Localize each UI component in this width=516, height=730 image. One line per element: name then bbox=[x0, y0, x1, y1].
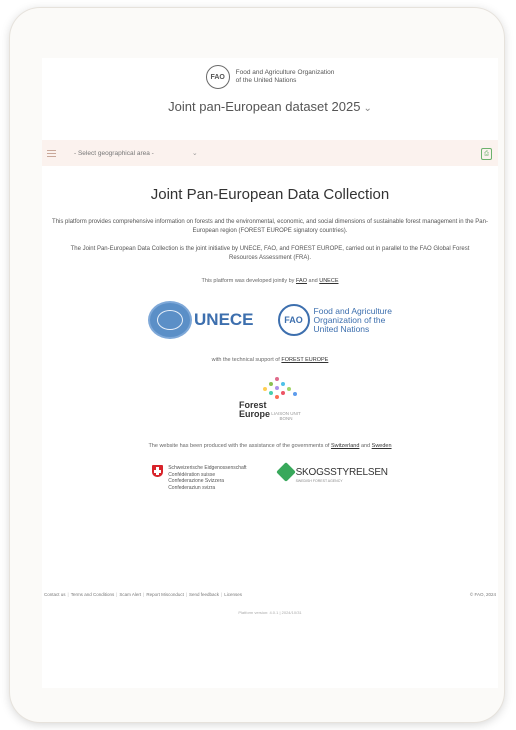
tree-dots-icon bbox=[261, 377, 301, 403]
un-emblem-icon bbox=[148, 301, 193, 339]
unece-logo[interactable]: UNECE bbox=[148, 301, 254, 339]
menu-icon[interactable] bbox=[47, 149, 56, 157]
footer-link-feedback[interactable]: Send feedback bbox=[189, 592, 219, 597]
footer-link-contact[interactable]: Contact us bbox=[44, 592, 66, 597]
switzerland-link[interactable]: Switzerland bbox=[331, 443, 359, 449]
org-name: Food and Agriculture Organization of the… bbox=[235, 69, 335, 84]
skogsstyrelsen-logo[interactable]: SKOGSSTYRELSEN SWEDISH FOREST AGENCY bbox=[275, 462, 388, 483]
intro-text: This platform provides comprehensive inf… bbox=[52, 219, 488, 234]
initiative-text: The Joint Pan-European Data Collection i… bbox=[70, 246, 470, 261]
footer-link-terms[interactable]: Terms and Conditions bbox=[71, 592, 115, 597]
swiss-flag-icon bbox=[152, 465, 164, 477]
fao-emblem-icon: FAO bbox=[277, 304, 310, 336]
filter-bar: - Select geographical area - ⌄ ⎙ bbox=[42, 140, 498, 166]
print-icon[interactable]: ⎙ bbox=[481, 148, 492, 160]
footer-link-report-misconduct[interactable]: Report Misconduct bbox=[146, 592, 184, 597]
platform-version: Platform version: 4.0.1 | 2024/10/31 bbox=[238, 610, 302, 615]
partner-logos: UNECE FAO Food and Agriculture Organizat… bbox=[42, 297, 498, 343]
skogsstyrelsen-mark-icon bbox=[275, 462, 296, 482]
chevron-down-icon: ⌄ bbox=[363, 103, 372, 114]
footer-link-licenses[interactable]: Licenses bbox=[224, 592, 242, 597]
developed-by-text: This platform was developed jointly by F… bbox=[201, 278, 339, 284]
geographical-area-select[interactable]: - Select geographical area - ⌄ bbox=[74, 149, 198, 158]
browser-screen: FAO Food and Agriculture Organization of… bbox=[42, 58, 498, 688]
chevron-down-icon: ⌄ bbox=[191, 150, 198, 157]
swiss-confederation-logo[interactable]: Schweizerische Eidgenossenschaft Confédé… bbox=[152, 465, 247, 491]
produced-with-text: The website has been produced with the a… bbox=[148, 443, 392, 449]
forest-europe-logo[interactable]: Forest Europe LIAISON UNIT BONN bbox=[235, 377, 305, 429]
fao-header-logo[interactable]: FAO Food and Agriculture Organization of… bbox=[42, 65, 498, 89]
footer-link-scam-alert[interactable]: Scam Alert bbox=[119, 592, 141, 597]
sweden-link[interactable]: Sweden bbox=[372, 443, 392, 449]
main-content: Joint Pan-European Data Collection This … bbox=[42, 186, 498, 491]
tablet-frame: FAO Food and Agriculture Organization of… bbox=[10, 8, 504, 722]
fao-link[interactable]: FAO bbox=[296, 278, 307, 284]
copyright: © FAO, 2024 bbox=[469, 592, 496, 597]
footer: Contact us | Terms and Conditions | Scam… bbox=[42, 592, 498, 597]
site-header: FAO Food and Agriculture Organization of… bbox=[42, 58, 498, 145]
government-logos: Schweizerische Eidgenossenschaft Confédé… bbox=[42, 462, 498, 491]
footer-links: Contact us | Terms and Conditions | Scam… bbox=[44, 592, 242, 597]
forest-europe-link[interactable]: FOREST EUROPE bbox=[281, 357, 328, 363]
technical-support-text: with the technical support of FOREST EUR… bbox=[211, 357, 329, 363]
unece-link[interactable]: UNECE bbox=[319, 278, 338, 284]
fao-emblem-icon: FAO bbox=[205, 65, 230, 89]
page-title: Joint Pan-European Data Collection bbox=[150, 186, 390, 203]
dataset-selector[interactable]: Joint pan-European dataset 2025 ⌄ bbox=[42, 99, 498, 114]
fao-logo[interactable]: FAO Food and Agriculture Organization of… bbox=[277, 304, 392, 336]
